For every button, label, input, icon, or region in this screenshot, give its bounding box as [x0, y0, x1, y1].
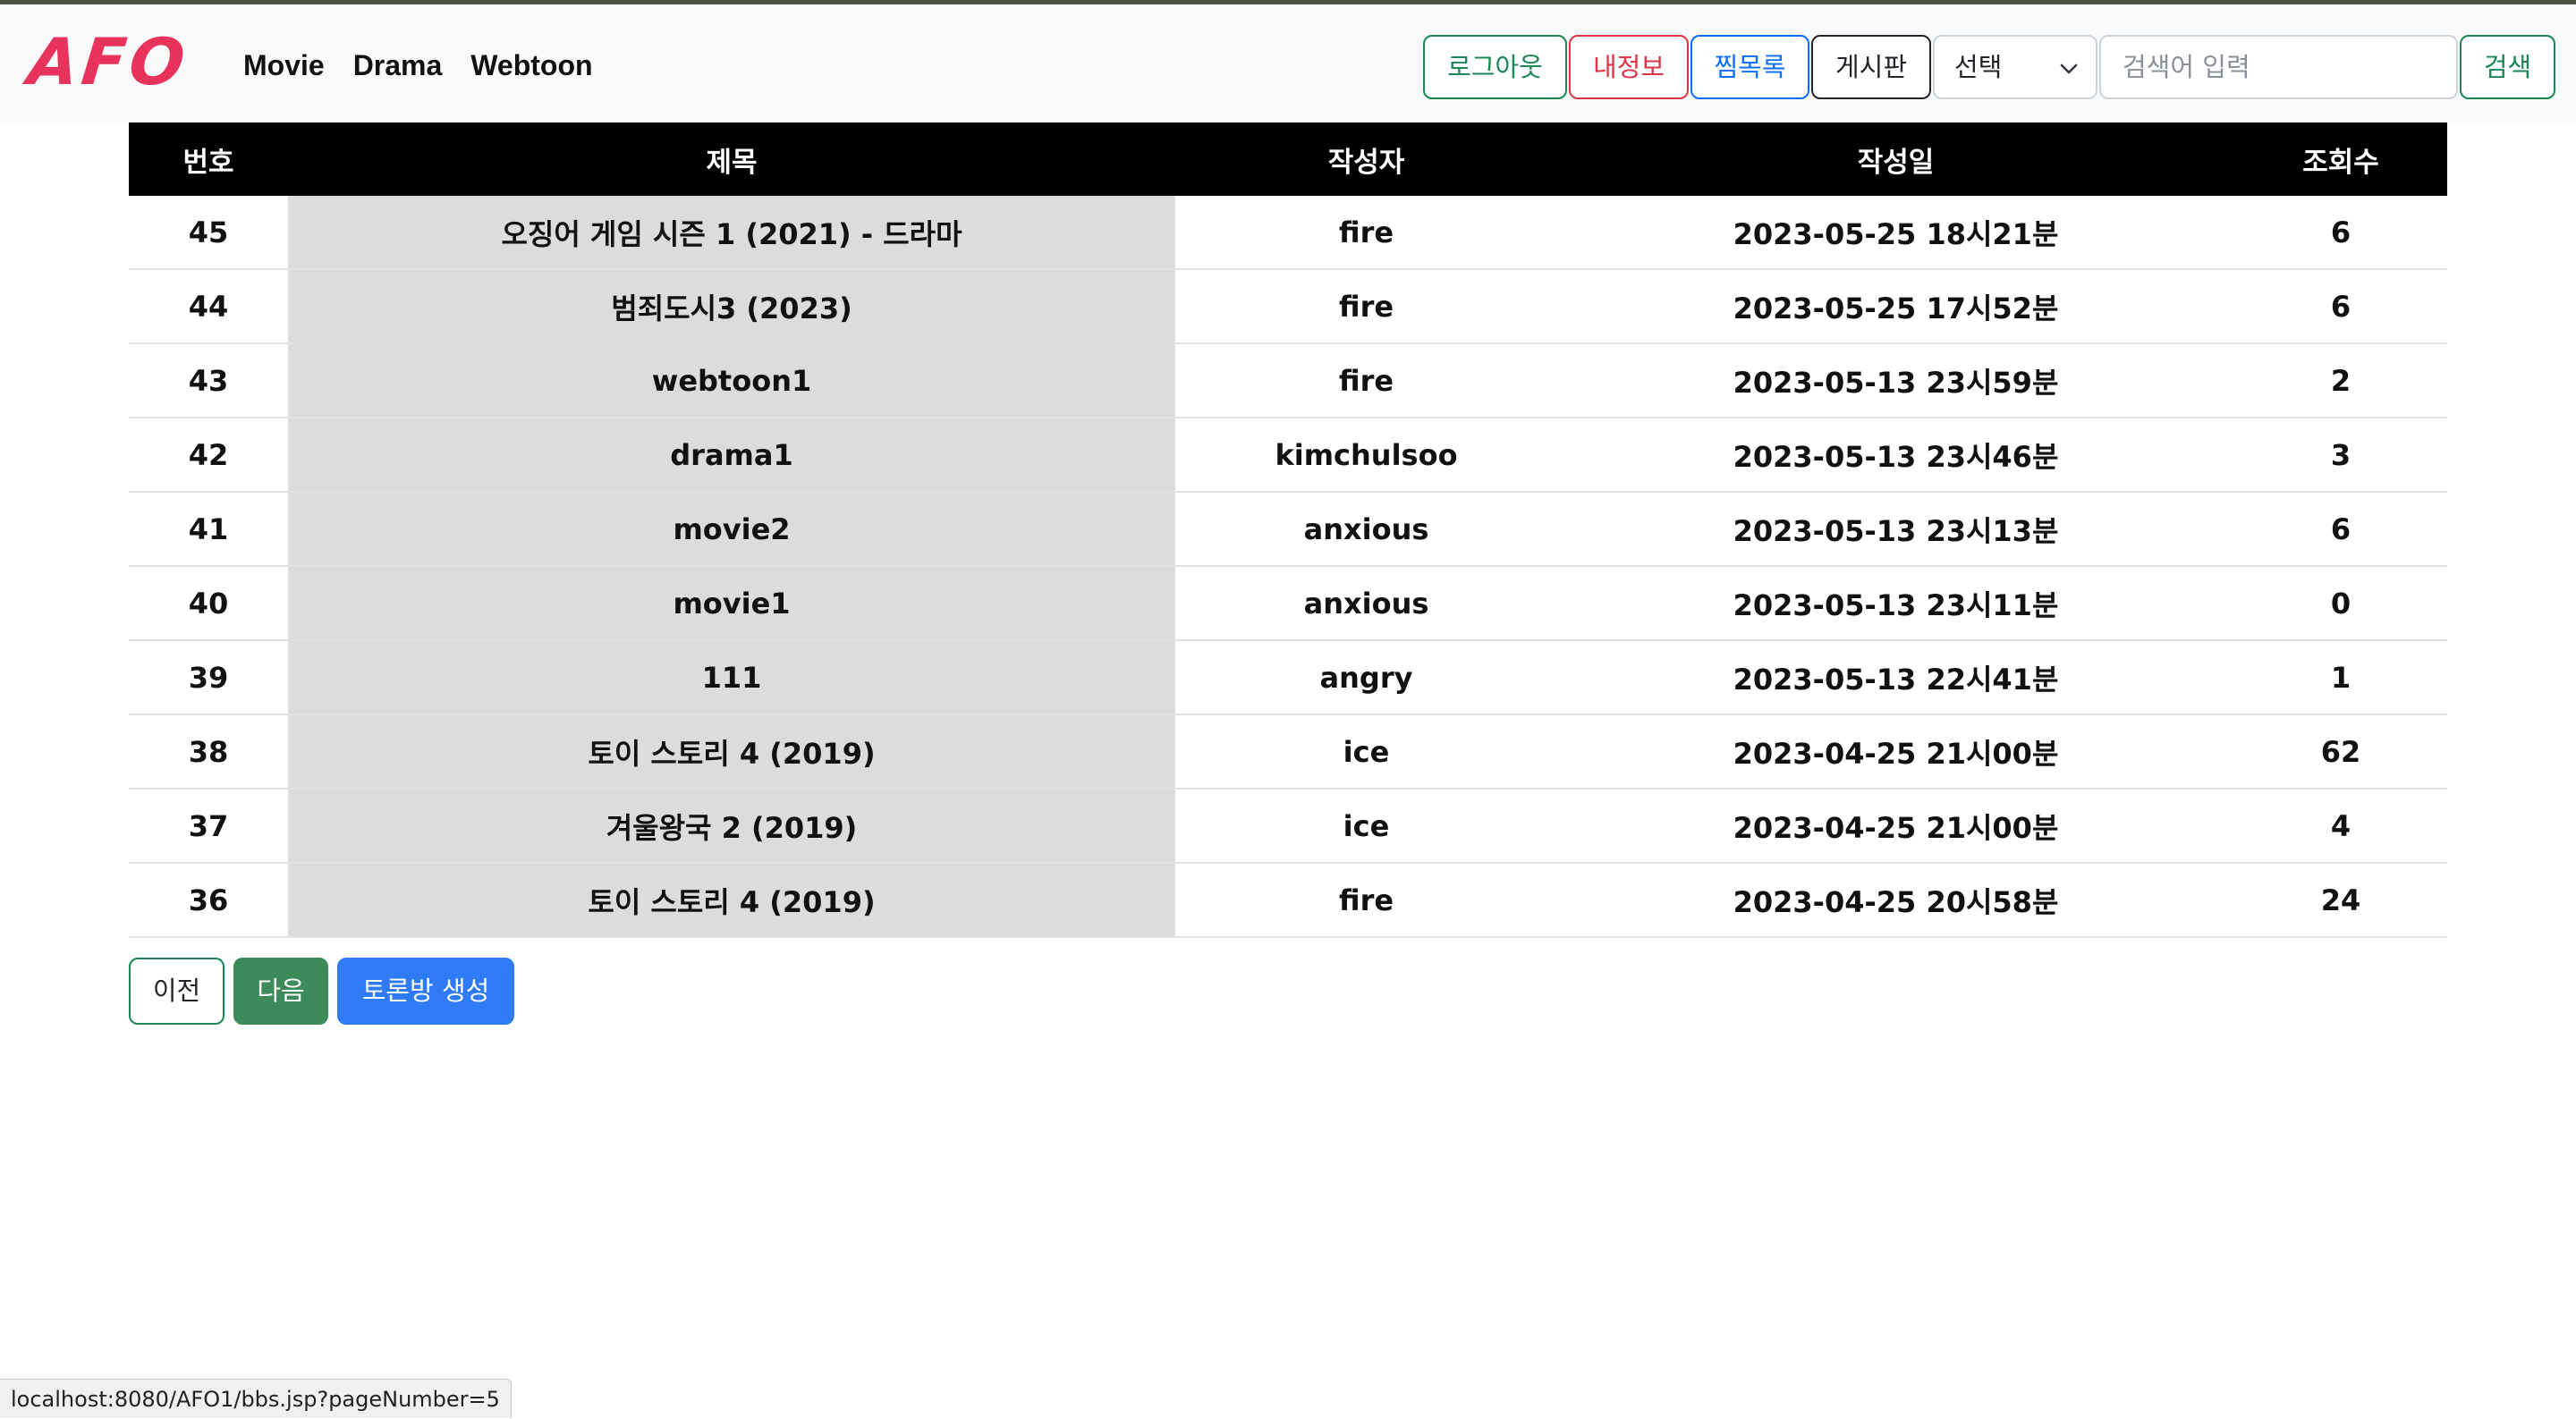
cell-author: anxious — [1175, 492, 1557, 567]
cell-number: 45 — [129, 196, 288, 270]
cell-title-link[interactable]: 111 — [288, 640, 1175, 715]
cell-author: fire — [1175, 269, 1557, 344]
create-discussion-button[interactable]: 토론방 생성 — [337, 958, 514, 1025]
cell-title-link[interactable]: webtoon1 — [288, 343, 1175, 418]
cell-author: kimchulsoo — [1175, 418, 1557, 493]
search-type-value: 선택 — [1954, 52, 2003, 82]
table-row: 41 movie2 anxious 2023-05-13 23시13분 6 — [129, 492, 2447, 567]
cell-date: 2023-05-13 23시11분 — [1557, 566, 2234, 641]
cell-views: 62 — [2234, 714, 2447, 790]
cell-author: angry — [1175, 640, 1557, 715]
cell-number: 41 — [129, 492, 288, 567]
my-info-button[interactable]: 내정보 — [1569, 35, 1689, 99]
next-page-button[interactable]: 다음 — [233, 958, 328, 1025]
cell-date: 2023-05-25 17시52분 — [1557, 269, 2234, 344]
navbar: AFO Movie Drama Webtoon 로그아웃 내정보 찜목록 게시판… — [0, 4, 2576, 122]
prev-page-button[interactable]: 이전 — [129, 958, 225, 1025]
logout-button[interactable]: 로그아웃 — [1423, 35, 1567, 99]
cell-views: 0 — [2234, 566, 2447, 641]
column-header-views: 조회수 — [2234, 122, 2447, 196]
cell-views: 24 — [2234, 863, 2447, 938]
cell-date: 2023-05-13 23시13분 — [1557, 492, 2234, 567]
table-row: 45 오징어 게임 시즌 1 (2021) - 드라마 fire 2023-05… — [129, 196, 2447, 270]
table-row: 43 webtoon1 fire 2023-05-13 23시59분 2 — [129, 343, 2447, 418]
cell-date: 2023-04-25 21시00분 — [1557, 714, 2234, 790]
cell-author: ice — [1175, 714, 1557, 790]
cell-number: 44 — [129, 269, 288, 344]
cell-number: 38 — [129, 714, 288, 790]
table-row: 42 drama1 kimchulsoo 2023-05-13 23시46분 3 — [129, 418, 2447, 493]
cell-title-link[interactable]: movie1 — [288, 566, 1175, 641]
table-row: 39 111 angry 2023-05-13 22시41분 1 — [129, 640, 2447, 715]
column-header-title: 제목 — [288, 122, 1175, 196]
table-row: 37 겨울왕국 2 (2019) ice 2023-04-25 21시00분 4 — [129, 789, 2447, 864]
cell-views: 6 — [2234, 269, 2447, 344]
table-row: 44 범죄도시3 (2023) fire 2023-05-25 17시52분 6 — [129, 269, 2447, 344]
cell-number: 36 — [129, 863, 288, 938]
column-header-number: 번호 — [129, 122, 288, 196]
board-table: 번호 제목 작성자 작성일 조회수 45 오징어 게임 시즌 1 (2021) … — [129, 122, 2447, 938]
cell-author: anxious — [1175, 566, 1557, 641]
nav-links: Movie Drama Webtoon — [243, 47, 593, 83]
cell-views: 6 — [2234, 492, 2447, 567]
cell-views: 1 — [2234, 640, 2447, 715]
cell-title-link[interactable]: 오징어 게임 시즌 1 (2021) - 드라마 — [288, 196, 1175, 270]
cell-date: 2023-05-13 23시46분 — [1557, 418, 2234, 493]
cell-date: 2023-05-25 18시21분 — [1557, 196, 2234, 270]
nav-link-drama[interactable]: Drama — [353, 47, 443, 83]
search-button[interactable]: 검색 — [2460, 35, 2555, 99]
cell-views: 2 — [2234, 343, 2447, 418]
nav-link-movie[interactable]: Movie — [243, 47, 325, 83]
cell-date: 2023-04-25 20시58분 — [1557, 863, 2234, 938]
cell-views: 6 — [2234, 196, 2447, 270]
cell-title-link[interactable]: 토이 스토리 4 (2019) — [288, 714, 1175, 790]
cell-title-link[interactable]: 범죄도시3 (2023) — [288, 269, 1175, 344]
cell-title-link[interactable]: movie2 — [288, 492, 1175, 567]
cell-title-link[interactable]: drama1 — [288, 418, 1175, 493]
cell-author: fire — [1175, 196, 1557, 270]
favorites-button[interactable]: 찜목록 — [1690, 35, 1809, 99]
nav-link-webtoon[interactable]: Webtoon — [470, 47, 592, 83]
cell-views: 4 — [2234, 789, 2447, 864]
cell-author: fire — [1175, 863, 1557, 938]
cell-number: 37 — [129, 789, 288, 864]
board-button[interactable]: 게시판 — [1811, 35, 1931, 99]
cell-number: 43 — [129, 343, 288, 418]
cell-number: 42 — [129, 418, 288, 493]
cell-date: 2023-05-13 23시59분 — [1557, 343, 2234, 418]
table-header-row: 번호 제목 작성자 작성일 조회수 — [129, 122, 2447, 196]
column-header-date: 작성일 — [1557, 122, 2234, 196]
brand-logo[interactable]: AFO — [25, 24, 192, 99]
table-row: 38 토이 스토리 4 (2019) ice 2023-04-25 21시00분… — [129, 714, 2447, 790]
pagination: 이전 다음 토론방 생성 — [129, 958, 514, 1025]
cell-author: fire — [1175, 343, 1557, 418]
cell-number: 40 — [129, 566, 288, 641]
table-row: 40 movie1 anxious 2023-05-13 23시11분 0 — [129, 566, 2447, 641]
status-bar-url: localhost:8080/AFO1/bbs.jsp?pageNumber=5 — [0, 1379, 512, 1418]
chevron-down-icon — [2060, 63, 2078, 74]
search-input[interactable] — [2099, 35, 2458, 99]
cell-date: 2023-05-13 22시41분 — [1557, 640, 2234, 715]
cell-title-link[interactable]: 토이 스토리 4 (2019) — [288, 863, 1175, 938]
table-row: 36 토이 스토리 4 (2019) fire 2023-04-25 20시58… — [129, 863, 2447, 938]
column-header-author: 작성자 — [1175, 122, 1557, 196]
cell-title-link[interactable]: 겨울왕국 2 (2019) — [288, 789, 1175, 864]
search-type-select[interactable]: 선택 — [1933, 35, 2097, 99]
cell-author: ice — [1175, 789, 1557, 864]
cell-number: 39 — [129, 640, 288, 715]
cell-date: 2023-04-25 21시00분 — [1557, 789, 2234, 864]
cell-views: 3 — [2234, 418, 2447, 493]
